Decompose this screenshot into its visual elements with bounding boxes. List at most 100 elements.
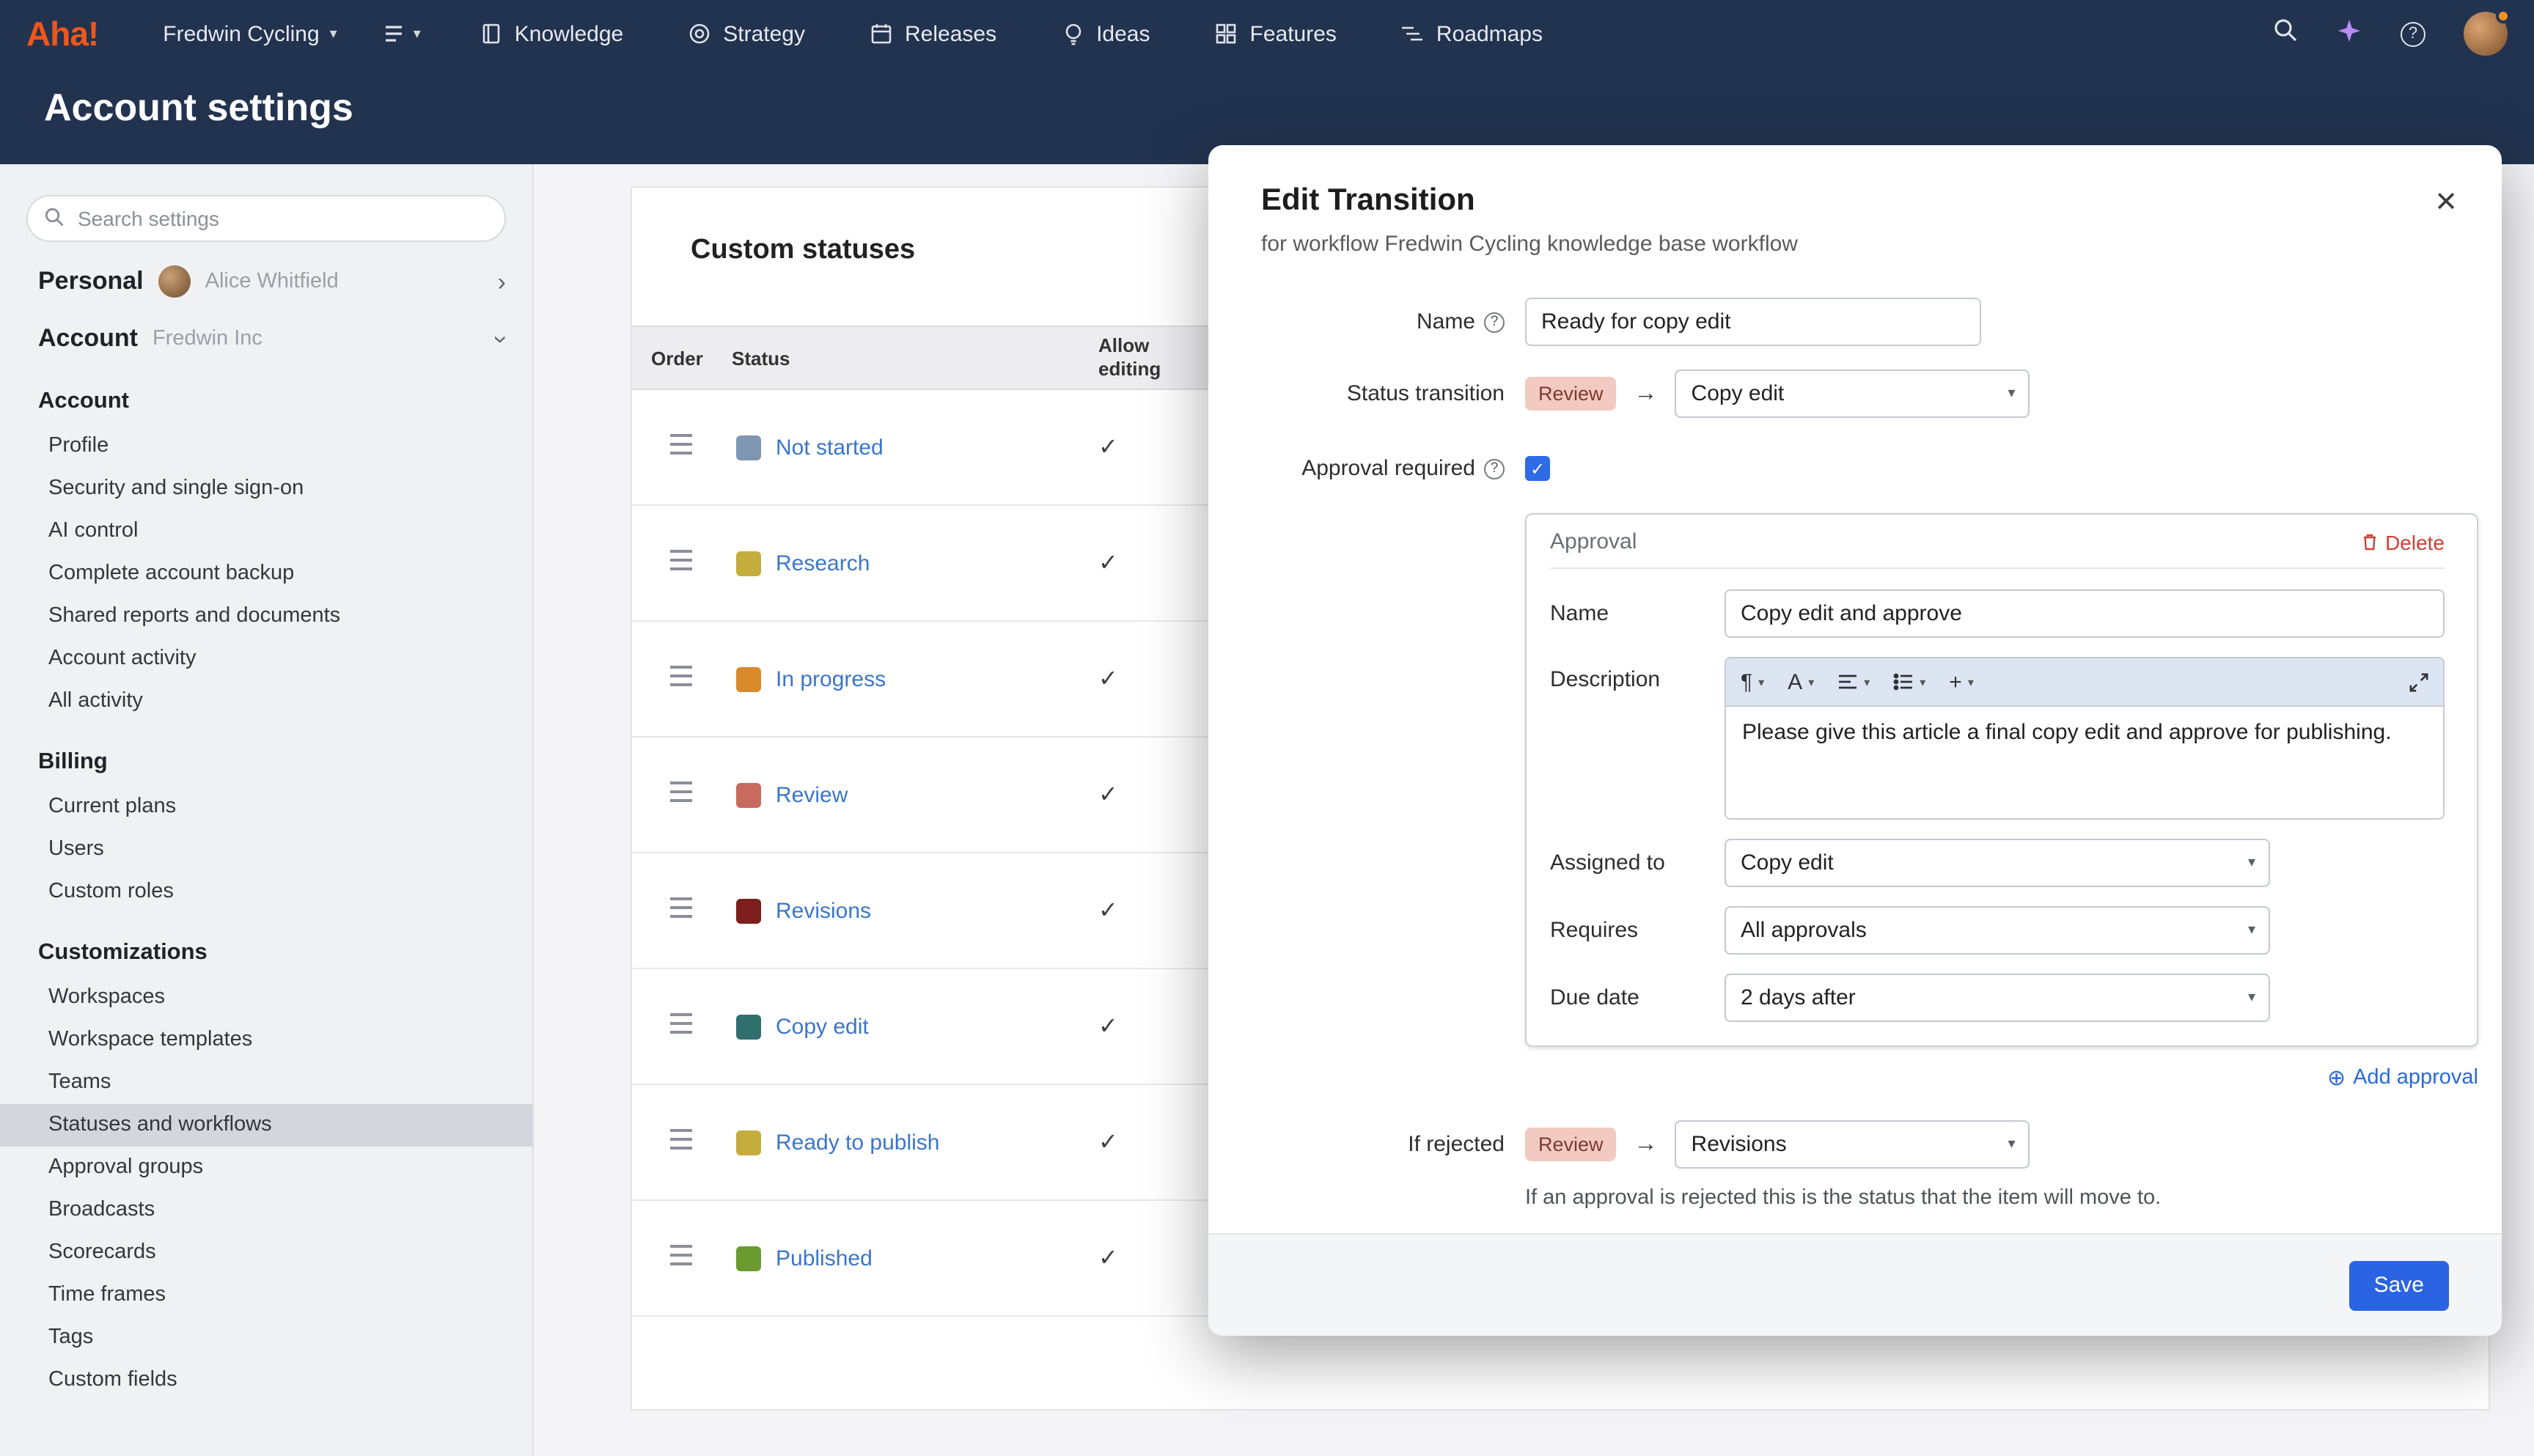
nav-item-features[interactable]: Features (1215, 21, 1337, 46)
approval-panel-title: Approval (1550, 529, 1637, 554)
chevron-down-icon: ▾ (330, 26, 337, 42)
sidebar-item-users[interactable]: Users (0, 828, 532, 871)
transition-name-input[interactable] (1525, 298, 1981, 346)
sidebar-item-approval-groups[interactable]: Approval groups (0, 1147, 532, 1189)
search-icon[interactable] (2273, 18, 2298, 50)
sidebar-item-workspace-templates[interactable]: Workspace templates (0, 1019, 532, 1062)
check-icon: ✓ (1098, 783, 1118, 808)
avatar[interactable] (2464, 12, 2508, 56)
app-window: Aha! Fredwin Cycling ▾ ▾ Knowledge Strat… (0, 0, 2534, 1456)
sidebar-item-current-plans[interactable]: Current plans (0, 786, 532, 828)
sidebar-item-account-activity[interactable]: Account activity (0, 638, 532, 680)
workspace-nav-icon[interactable]: ▾ (384, 23, 421, 44)
sparkle-icon[interactable] (2336, 17, 2362, 51)
sidebar-item-profile[interactable]: Profile (0, 425, 532, 468)
plus-circle-icon: ⊕ (2327, 1065, 2346, 1091)
sidebar-item-tags[interactable]: Tags (0, 1317, 532, 1359)
sidebar-item-scorecards[interactable]: Scorecards (0, 1232, 532, 1274)
if-rejected-label: If rejected (1408, 1132, 1505, 1157)
font-style-icon[interactable]: A▾ (1788, 669, 1814, 694)
approval-name-input[interactable] (1725, 589, 2445, 638)
status-color-swatch (736, 551, 761, 576)
sidebar-item-shared-reports-and-documents[interactable]: Shared reports and documents (0, 595, 532, 638)
status-color-swatch (736, 1014, 761, 1039)
drag-handle-icon[interactable] (670, 897, 692, 917)
help-icon[interactable]: ? (1484, 312, 1505, 332)
sidebar-item-statuses-and-workflows[interactable]: Statuses and workflows (0, 1104, 532, 1147)
arrow-right-icon: → (1634, 1131, 1658, 1158)
status-link[interactable]: Published (776, 1246, 873, 1271)
drag-handle-icon[interactable] (670, 1244, 692, 1265)
name-label: Name (1417, 309, 1475, 334)
approval-required-label: Approval required (1301, 456, 1475, 481)
drag-handle-icon[interactable] (670, 433, 692, 454)
chevron-down-icon: ▾ (2008, 1136, 2015, 1152)
requires-select[interactable]: All approvals ▾ (1725, 906, 2270, 955)
align-icon[interactable]: ▾ (1837, 673, 1870, 691)
sidebar-item-all-activity[interactable]: All activity (0, 680, 532, 723)
rejected-to-select[interactable]: Revisions ▾ (1675, 1120, 2030, 1169)
drag-handle-icon[interactable] (670, 665, 692, 685)
sidebar-item-custom-fields[interactable]: Custom fields (0, 1359, 532, 1402)
description-editor[interactable]: ¶▾ A▾ ▾ ▾ +▾ (1725, 657, 2445, 820)
status-color-swatch (736, 1246, 761, 1271)
drag-handle-icon[interactable] (670, 1012, 692, 1033)
nav-item-strategy[interactable]: Strategy (688, 21, 805, 46)
save-button[interactable]: Save (2349, 1260, 2449, 1310)
delete-approval-button[interactable]: Delete (2360, 530, 2445, 554)
status-link[interactable]: Ready to publish (776, 1130, 940, 1155)
sidebar-item-teams[interactable]: Teams (0, 1062, 532, 1104)
from-status-badge: Review (1525, 377, 1617, 411)
assigned-to-select[interactable]: Copy edit ▾ (1725, 839, 2270, 887)
account-section-header[interactable]: Account Fredwin Inc › (0, 306, 532, 362)
drag-handle-icon[interactable] (670, 549, 692, 570)
column-header: Order (632, 347, 732, 369)
insert-icon[interactable]: +▾ (1949, 669, 1974, 694)
sidebar-item-time-frames[interactable]: Time frames (0, 1274, 532, 1317)
sidebar-item-complete-account-backup[interactable]: Complete account backup (0, 553, 532, 595)
status-link[interactable]: Not started (776, 435, 884, 460)
chevron-down-icon: ▾ (2248, 990, 2255, 1006)
nav-item-knowledge[interactable]: Knowledge (480, 21, 623, 46)
status-link[interactable]: Revisions (776, 898, 871, 923)
drag-handle-icon[interactable] (670, 781, 692, 801)
due-date-select[interactable]: 2 days after ▾ (1725, 974, 2270, 1022)
list-icon[interactable]: ▾ (1893, 673, 1925, 691)
notification-dot (2496, 9, 2511, 23)
personal-section-header[interactable]: Personal Alice Whitfield › (0, 248, 532, 306)
nav-item-releases[interactable]: Releases (870, 21, 996, 46)
status-color-swatch (736, 898, 761, 923)
sidebar-item-broadcasts[interactable]: Broadcasts (0, 1189, 532, 1232)
status-link[interactable]: Copy edit (776, 1014, 869, 1039)
column-header: Status (732, 347, 1098, 369)
add-approval-link[interactable]: ⊕ Add approval (2327, 1065, 2478, 1091)
approval-panel: Approval Delete Name Description (1525, 513, 2478, 1047)
help-icon[interactable]: ? (1484, 458, 1505, 479)
sidebar-item-ai-control[interactable]: AI control (0, 510, 532, 553)
workspace-switcher[interactable]: Fredwin Cycling ▾ (163, 21, 337, 46)
aha-logo[interactable]: Aha! (26, 14, 98, 54)
expand-icon[interactable] (2409, 672, 2428, 691)
rejected-from-badge: Review (1525, 1128, 1617, 1161)
check-icon: ✓ (1098, 899, 1118, 924)
status-link[interactable]: In progress (776, 666, 886, 691)
sidebar-item-workspaces[interactable]: Workspaces (0, 977, 532, 1019)
close-icon[interactable]: ✕ (2434, 189, 2458, 217)
paragraph-style-icon[interactable]: ¶▾ (1741, 669, 1764, 694)
search-input[interactable] (26, 195, 506, 242)
approval-required-checkbox[interactable]: ✓ (1525, 456, 1550, 481)
sidebar-item-custom-roles[interactable]: Custom roles (0, 871, 532, 913)
sidebar-section-title: Account (0, 362, 532, 425)
status-link[interactable]: Research (776, 551, 870, 576)
sidebar-item-security-and-single-sign-on[interactable]: Security and single sign-on (0, 468, 532, 510)
description-text[interactable]: Please give this article a final copy ed… (1726, 705, 2443, 818)
drag-handle-icon[interactable] (670, 1128, 692, 1149)
to-status-select[interactable]: Copy edit ▾ (1675, 369, 2030, 418)
status-link[interactable]: Review (776, 782, 848, 807)
navbar: Aha! Fredwin Cycling ▾ ▾ Knowledge Strat… (0, 0, 2534, 67)
nav-item-ideas[interactable]: Ideas (1061, 21, 1150, 46)
knowledge-icon (480, 22, 503, 45)
nav-item-roadmaps[interactable]: Roadmaps (1401, 21, 1543, 46)
chevron-down-icon: ▾ (414, 26, 421, 42)
help-icon[interactable]: ? (2401, 21, 2425, 46)
